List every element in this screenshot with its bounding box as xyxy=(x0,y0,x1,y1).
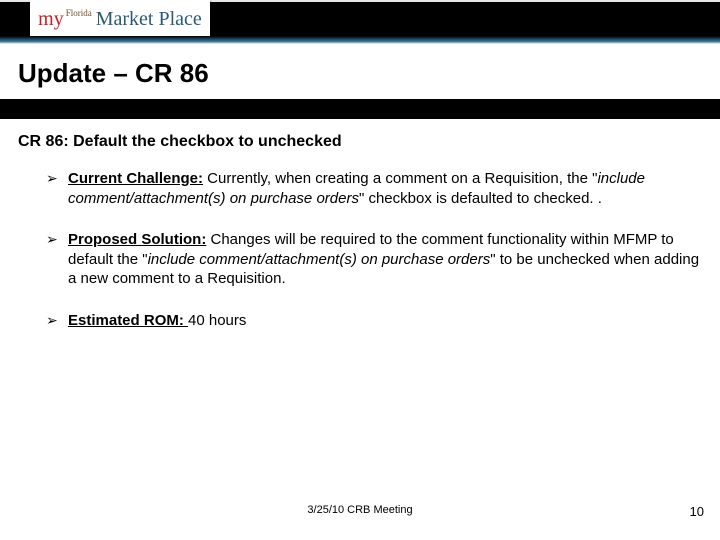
footer-meeting-label: 3/25/10 CRB Meeting xyxy=(307,504,412,516)
bullet-text-italic: include comment/attachment(s) on purchas… xyxy=(148,251,491,268)
bullet-text-post: " checkbox is defaulted to checked. . xyxy=(359,190,602,207)
subheading: CR 86: Default the checkbox to unchecked xyxy=(18,133,702,151)
bullet-text-pre: Currently, when creating a comment on a … xyxy=(203,170,597,187)
page-number: 10 xyxy=(690,504,704,519)
bullet-label: Estimated ROM: xyxy=(68,312,188,329)
logo-florida: Florida xyxy=(66,8,92,18)
bullet-list: Current Challenge: Currently, when creat… xyxy=(18,169,702,330)
logo: my Florida Market Place xyxy=(30,0,210,38)
bullet-text-pre: 40 hours xyxy=(188,312,246,329)
bullet-label: Proposed Solution: xyxy=(68,231,206,248)
slide-title: Update – CR 86 xyxy=(0,44,720,99)
top-banner: my Florida Market Place xyxy=(0,0,720,44)
divider-bar xyxy=(0,99,720,119)
logo-my: my xyxy=(38,8,64,31)
bullet-label: Current Challenge: xyxy=(68,170,203,187)
bullet-proposed-solution: Proposed Solution: Changes will be requi… xyxy=(46,230,702,289)
bullet-estimated-rom: Estimated ROM: 40 hours xyxy=(46,311,702,331)
banner-gradient xyxy=(0,36,720,44)
bullet-current-challenge: Current Challenge: Currently, when creat… xyxy=(46,169,702,208)
content-area: CR 86: Default the checkbox to unchecked… xyxy=(0,119,720,330)
logo-market: Market Place xyxy=(96,8,202,31)
footer: 3/25/10 CRB Meeting 10 xyxy=(0,504,720,524)
